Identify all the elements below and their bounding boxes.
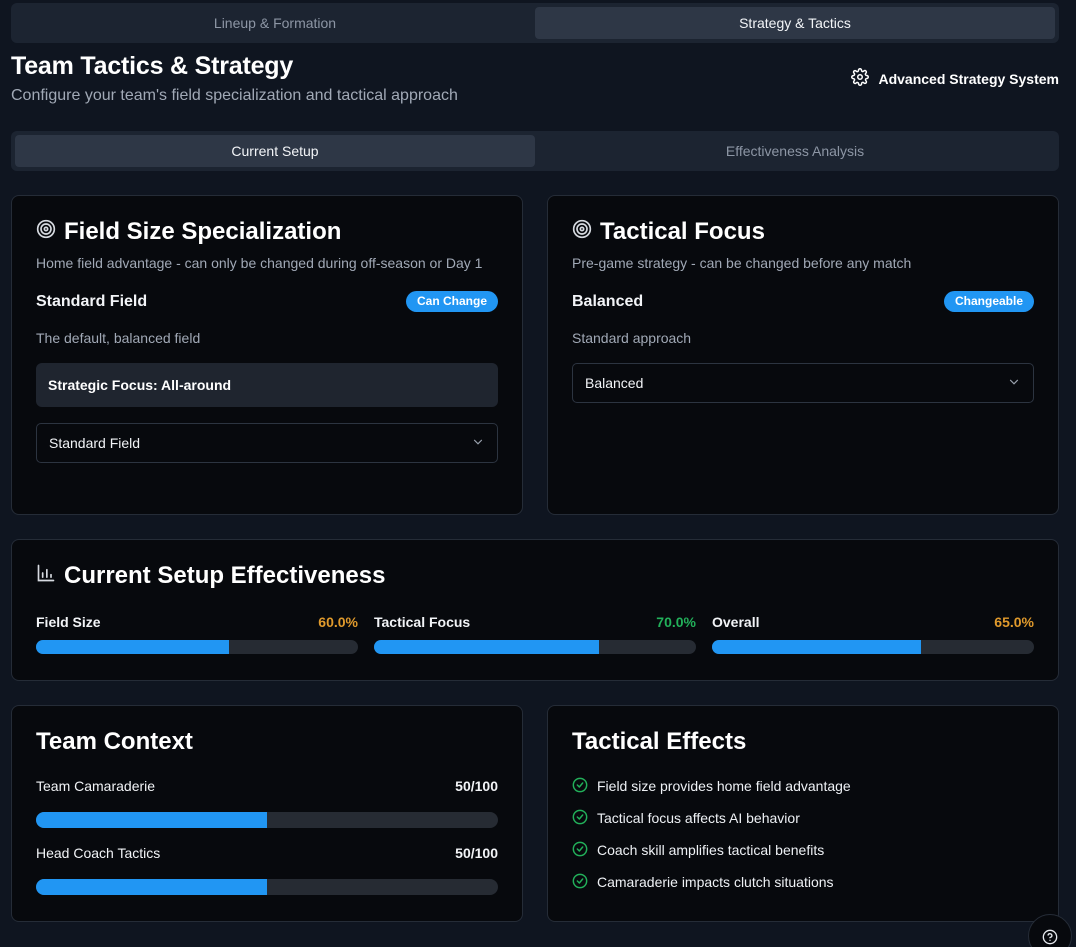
field-size-current-row: Standard Field Can Change	[36, 291, 498, 312]
metric-overall: Overall 65.0%	[712, 614, 1034, 654]
sub-tab-bar: Current Setup Effectiveness Analysis	[11, 131, 1059, 171]
tactical-effects-list: Field size provides home field advantage…	[572, 770, 1034, 898]
changeable-badge: Changeable	[943, 291, 1034, 312]
team-context-title: Team Context	[36, 728, 193, 755]
progress-bar	[36, 640, 358, 654]
effect-text: Camaraderie impacts clutch situations	[597, 874, 834, 890]
metric-value: 60.0%	[318, 614, 358, 630]
advanced-strategy-label: Advanced Strategy System	[878, 70, 1059, 87]
effect-text: Field size provides home field advantage	[597, 778, 851, 794]
tactical-focus-current-desc: Standard approach	[572, 330, 692, 346]
progress-fill	[374, 640, 600, 654]
chevron-down-icon	[1007, 375, 1021, 392]
field-size-title-text: Field Size Specialization	[64, 218, 342, 245]
context-value: 50/100	[455, 778, 498, 794]
field-size-current: Standard Field	[36, 292, 148, 310]
tab-strategy-tactics[interactable]: Strategy & Tactics	[535, 7, 1055, 39]
progress-fill	[712, 640, 922, 654]
list-item: Coach skill amplifies tactical benefits	[572, 834, 1034, 866]
field-size-select-value: Standard Field	[49, 435, 141, 451]
progress-bar	[374, 640, 696, 654]
check-circle-icon	[572, 873, 588, 892]
check-circle-icon	[572, 777, 588, 796]
page-subtitle: Configure your team's field specializati…	[11, 87, 458, 104]
metric-value: 65.0%	[994, 614, 1034, 630]
metric-field-size: Field Size 60.0%	[36, 614, 358, 654]
metric-value: 70.0%	[656, 614, 696, 630]
tab-current-setup[interactable]: Current Setup	[15, 135, 535, 167]
context-value: 50/100	[455, 845, 498, 861]
effect-text: Coach skill amplifies tactical benefits	[597, 842, 825, 858]
metric-tactical-focus: Tactical Focus 70.0%	[374, 614, 696, 654]
context-row-camaraderie: Team Camaraderie 50/100	[36, 778, 498, 794]
context-row-coach-tactics: Head Coach Tactics 50/100	[36, 845, 498, 861]
page-header: Team Tactics & Strategy Configure your t…	[11, 52, 1059, 112]
tactical-focus-select[interactable]: Balanced	[572, 363, 1034, 403]
help-circle-icon	[1042, 929, 1058, 947]
tactical-focus-title-text: Tactical Focus	[600, 218, 765, 245]
progress-fill	[36, 640, 230, 654]
metric-label: Overall	[712, 614, 760, 630]
chevron-down-icon	[471, 435, 485, 452]
effect-text: Tactical focus affects AI behavior	[597, 810, 800, 826]
tactical-effects-card: Tactical Effects Field size provides hom…	[547, 705, 1059, 922]
progress-fill	[36, 812, 267, 828]
tactical-focus-current-row: Balanced Changeable	[572, 291, 1034, 312]
tactical-focus-description: Pre-game strategy - can be changed befor…	[572, 255, 912, 271]
tactical-focus-card: Tactical Focus Pre-game strategy - can b…	[547, 195, 1059, 515]
tactical-effects-title: Tactical Effects	[572, 728, 747, 755]
tab-effectiveness-analysis[interactable]: Effectiveness Analysis	[535, 135, 1055, 167]
progress-bar	[36, 812, 498, 828]
field-size-title: Field Size Specialization	[36, 218, 498, 246]
effectiveness-title: Current Setup Effectiveness	[36, 562, 385, 590]
tactical-focus-title: Tactical Focus	[572, 218, 1034, 246]
tab-lineup-formation[interactable]: Lineup & Formation	[15, 7, 535, 39]
bar-chart-icon	[36, 562, 56, 590]
tactical-focus-select-value: Balanced	[585, 375, 644, 391]
can-change-badge: Can Change	[405, 291, 498, 312]
list-item: Camaraderie impacts clutch situations	[572, 866, 1034, 898]
list-item: Tactical focus affects AI behavior	[572, 802, 1034, 834]
team-context-card: Team Context Team Camaraderie 50/100 Hea…	[11, 705, 523, 922]
metric-label: Field Size	[36, 614, 101, 630]
advanced-strategy-system-button[interactable]: Advanced Strategy System	[851, 68, 1059, 89]
progress-bar	[36, 879, 498, 895]
progress-bar	[712, 640, 1034, 654]
gear-icon	[851, 68, 870, 89]
metric-label: Tactical Focus	[374, 614, 471, 630]
strategic-focus-box: Strategic Focus: All-around	[36, 363, 498, 407]
target-icon	[572, 218, 592, 246]
list-item: Field size provides home field advantage	[572, 770, 1034, 802]
check-circle-icon	[572, 841, 588, 860]
check-circle-icon	[572, 809, 588, 828]
field-size-card: Field Size Specialization Home field adv…	[11, 195, 523, 515]
help-button[interactable]	[1028, 914, 1072, 947]
context-label: Head Coach Tactics	[36, 845, 161, 861]
field-size-select[interactable]: Standard Field	[36, 423, 498, 463]
field-size-current-desc: The default, balanced field	[36, 330, 201, 346]
field-size-description: Home field advantage - can only be chang…	[36, 255, 483, 271]
effectiveness-title-text: Current Setup Effectiveness	[64, 562, 386, 589]
tactical-focus-current: Balanced	[572, 292, 644, 310]
target-icon	[36, 218, 56, 246]
context-label: Team Camaraderie	[36, 778, 156, 794]
progress-fill	[36, 879, 267, 895]
top-tab-bar: Lineup & Formation Strategy & Tactics	[11, 3, 1059, 43]
effectiveness-card: Current Setup Effectiveness Field Size 6…	[11, 539, 1059, 681]
